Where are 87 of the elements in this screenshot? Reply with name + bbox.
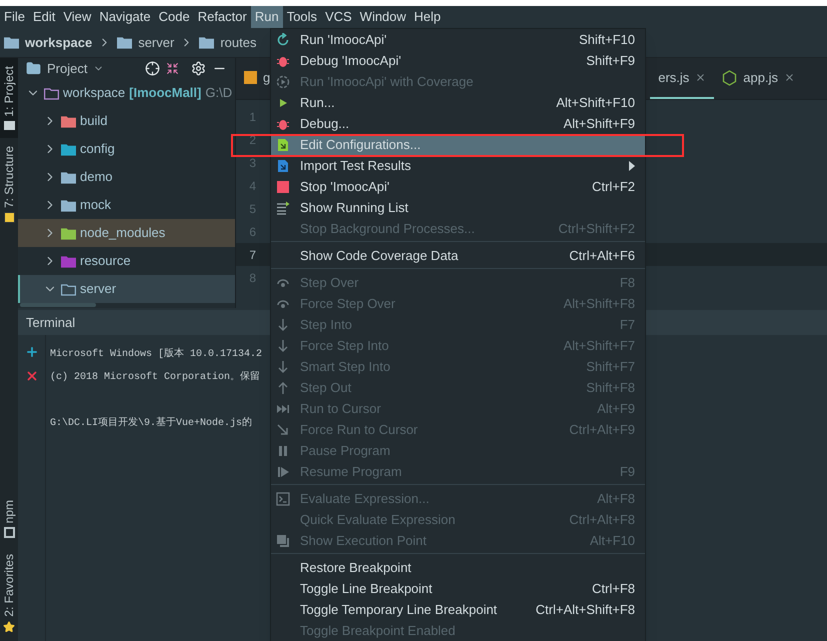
folder-name: demo [80, 168, 113, 186]
resume-icon [276, 464, 290, 478]
tree-item[interactable]: config [18, 135, 235, 163]
menu-item[interactable]: Restore Breakpoint [271, 557, 645, 578]
tool-window-tab[interactable]: 1: Project [0, 58, 18, 138]
tree-item[interactable]: build [18, 107, 235, 135]
target-icon[interactable] [145, 61, 160, 76]
folder-name: mock [80, 196, 112, 214]
menu-bar-item[interactable]: Run [250, 6, 283, 28]
tree-item[interactable]: mock [18, 191, 235, 219]
close-icon[interactable] [695, 72, 706, 83]
menu-bar-item[interactable]: Tools [282, 6, 322, 28]
menu-item[interactable]: Toggle Temporary Line Breakpoint Ctrl+Alt+Shift+F8 [271, 599, 645, 620]
folder-name: server [80, 280, 116, 298]
menu-bar-item[interactable]: VCS [321, 6, 356, 28]
tree-item[interactable]: demo [18, 163, 235, 191]
editor-tab[interactable]: ers.js [650, 58, 714, 99]
breadcrumb-item[interactable]: server [138, 32, 174, 52]
execution-point-icon [276, 534, 290, 548]
menu-bar-item[interactable]: Window [356, 6, 410, 28]
terminal-line: (c) 2018 Microsoft Corporation。保留 [50, 370, 262, 385]
arrow-down-icon [276, 360, 290, 374]
folder-icon [117, 36, 132, 49]
terminal-line: G:\DC.LI项目开发\9.基于Vue+Node.js的 [50, 416, 254, 431]
menu-bar-item[interactable]: Refactor [194, 6, 251, 28]
menu-bar-item[interactable]: View [59, 6, 96, 28]
settings-icon[interactable] [191, 61, 206, 76]
arrow-up-icon [276, 380, 290, 394]
terminal-title[interactable]: Terminal [26, 312, 76, 332]
tree-item[interactable]: workspace [ImoocMall] G:\D [18, 79, 235, 107]
add-icon[interactable] [24, 345, 38, 359]
menu-item[interactable]: Import Test Results [271, 155, 645, 176]
import-file-icon [276, 158, 290, 172]
folder-path: G:\D [205, 84, 232, 102]
rerun-icon [276, 32, 290, 46]
collapse-icon[interactable] [166, 62, 179, 75]
module-name: [ImoocMall] [129, 84, 202, 102]
menu-item[interactable]: Edit Configurations... [271, 134, 645, 155]
tool-window-tab[interactable]: npm [0, 492, 18, 546]
folder-icon [4, 120, 14, 130]
menu-bar-item[interactable]: Code [154, 6, 194, 28]
folder-icon [4, 36, 19, 49]
folder-icon [26, 61, 41, 76]
arrow-down-icon [276, 338, 290, 352]
tool-window-tab[interactable]: 2: Favorites [0, 546, 18, 641]
menu-bar-item[interactable]: Navigate [95, 6, 155, 28]
tree-item[interactable]: server [18, 275, 235, 303]
close-icon[interactable] [24, 369, 38, 383]
config-file-icon [276, 138, 290, 152]
breadcrumb-item[interactable]: routes [220, 32, 256, 52]
menu-item[interactable]: Stop 'ImoocApi' Ctrl+F2 [271, 176, 645, 197]
submenu-arrow-icon [629, 160, 635, 170]
close-icon[interactable] [784, 72, 795, 83]
menu-item[interactable]: Debug... Alt+Shift+F9 [271, 113, 645, 134]
list-icon [276, 200, 290, 214]
folder-name: config [80, 140, 115, 158]
coverage-icon [276, 74, 290, 88]
structure-icon [4, 212, 14, 223]
pause-icon [276, 444, 290, 458]
menu-bar-item[interactable]: File [0, 6, 29, 28]
tree-item[interactable]: resource [18, 247, 235, 275]
menu-bar-item[interactable]: Edit [28, 6, 60, 28]
editor-tab[interactable]: app.js [714, 58, 803, 99]
js-file-icon [244, 71, 257, 84]
folder-name: node_modules [80, 224, 166, 242]
panel-title[interactable]: Project [47, 58, 88, 78]
star-icon [3, 621, 15, 633]
folder-name: build [80, 112, 108, 130]
tree-item[interactable]: node_modules [18, 219, 235, 247]
folder-name: resource [80, 252, 131, 270]
stop-icon [276, 180, 290, 194]
console-icon [276, 492, 290, 506]
menu-item[interactable]: Show Code Coverage Data Ctrl+Alt+F6 [271, 245, 645, 266]
breadcrumb-item[interactable]: workspace [25, 32, 92, 52]
folder-name: workspace [63, 84, 126, 102]
menu-bar-item[interactable]: Help [410, 6, 445, 28]
folder-icon [199, 36, 214, 49]
line-number: 7 [248, 246, 256, 264]
arrow-down-icon [276, 318, 290, 332]
tool-window-tab[interactable]: 7: Structure [0, 138, 18, 231]
arrow-diagonal-icon [276, 422, 290, 436]
menu-item[interactable]: Toggle Line Breakpoint Ctrl+F8 [271, 578, 645, 599]
terminal-line: Microsoft Windows [版本 10.0.17134.2 [50, 347, 262, 362]
square-icon [4, 527, 14, 538]
menu-item[interactable]: Show Running List [271, 197, 645, 218]
hexagon-icon [722, 70, 738, 86]
menu-item[interactable]: Run 'ImoocApi' Shift+F10 [271, 29, 645, 50]
